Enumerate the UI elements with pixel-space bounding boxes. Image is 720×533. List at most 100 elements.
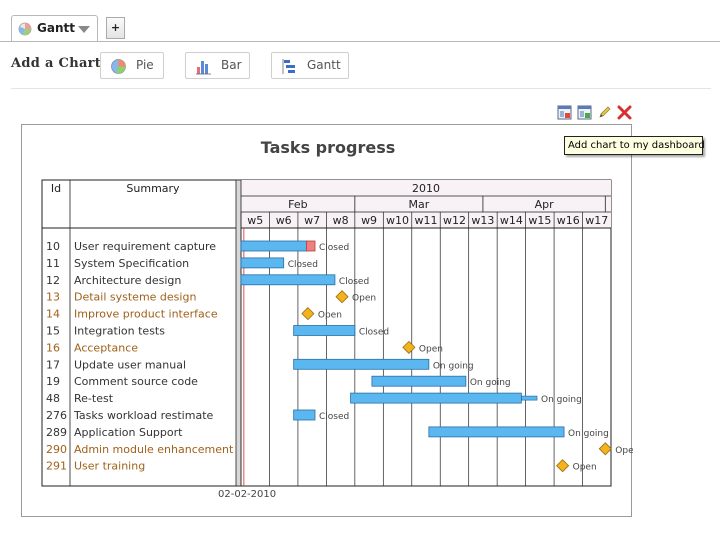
add-gantt-label: Gantt: [307, 58, 341, 72]
row-id: 276: [46, 409, 67, 422]
row-id: 13: [46, 291, 60, 304]
add-pie-button[interactable]: Pie: [100, 52, 164, 79]
week-label: w13: [471, 214, 494, 227]
task-status: On going: [433, 361, 474, 371]
week-label: w5: [247, 214, 263, 227]
row-id: 19: [46, 375, 60, 388]
close-icon[interactable]: [617, 105, 632, 120]
task-bar: [240, 257, 285, 269]
dashboard-remove-icon[interactable]: [557, 105, 572, 120]
week-label: w7: [304, 214, 320, 227]
task-status: Closed: [319, 243, 349, 253]
row-id: 14: [46, 308, 60, 321]
week-label: w6: [276, 214, 292, 227]
tab-label: Gantt: [37, 21, 75, 35]
row-id: 290: [46, 443, 67, 456]
task-status: On going: [470, 378, 511, 388]
year-label: 2010: [412, 182, 440, 195]
task-bar: [428, 426, 565, 438]
divider: [11, 88, 711, 89]
week-label: w11: [415, 214, 438, 227]
task-status: On going: [541, 395, 582, 405]
task-bar: [371, 375, 467, 387]
pie-chart-icon: [18, 22, 32, 36]
task-bar: [293, 409, 316, 421]
row-id: 291: [46, 460, 67, 473]
month-label: Apr: [535, 198, 555, 211]
month-label: Feb: [288, 198, 307, 211]
task-bar: [293, 325, 356, 336]
task-bar-extension: [520, 395, 538, 401]
row-id: 48: [46, 392, 60, 405]
week-label: w10: [386, 214, 409, 227]
row-id: 10: [46, 240, 60, 253]
add-gantt-button[interactable]: Gantt: [271, 52, 349, 79]
task-status: Open: [352, 294, 376, 304]
task-status: Open: [318, 311, 342, 321]
tab-bar-divider: [0, 41, 720, 42]
footer-date: 02-02-2010: [218, 489, 276, 500]
row-id: 15: [46, 325, 60, 338]
task-bar: [350, 392, 522, 404]
row-summary: Admin module enhancement: [74, 443, 234, 456]
gantt-chart-icon: [282, 59, 295, 74]
gantt-chart: Tasks progress Id Summary 2010 Feb Mar Apr w5 w6…: [41, 138, 633, 500]
row-id: 12: [46, 274, 60, 287]
task-status: Open: [419, 344, 443, 354]
add-bar-button[interactable]: Bar: [185, 52, 250, 79]
row-id: 16: [46, 341, 60, 354]
row-summary: Application Support: [74, 426, 183, 439]
row-summary: Update user manual: [74, 358, 186, 371]
add-chart-label: Add a Chart: [11, 56, 102, 71]
task-status: Closed: [288, 260, 318, 270]
tab-gantt[interactable]: Gantt: [11, 15, 98, 42]
row-summary: Tasks workload restimate: [73, 409, 214, 422]
chart-container: Tasks progress Id Summary 2010 Feb Mar Apr w5 w6…: [21, 124, 633, 517]
row-summary: User requirement capture: [74, 240, 216, 253]
task-status: On going: [568, 429, 609, 439]
splitter: [235, 179, 242, 487]
add-pie-label: Pie: [136, 58, 154, 72]
tab-bar: Gantt +: [0, 0, 720, 42]
row-summary: Architecture design: [74, 274, 181, 287]
chevron-down-icon[interactable]: [78, 26, 90, 33]
row-summary: User training: [74, 460, 145, 473]
row-id: 11: [46, 257, 60, 270]
summary-header: Summary: [126, 182, 180, 195]
tooltip: Add chart to my dashboard: [564, 136, 705, 155]
week-label: w8: [333, 214, 349, 227]
add-tab-button[interactable]: +: [106, 17, 125, 39]
pie-chart-icon: [111, 59, 126, 74]
row-summary: Comment source code: [74, 375, 198, 388]
row-summary: Acceptance: [74, 341, 138, 354]
row-id: 17: [46, 358, 60, 371]
row-summary: Improve product interface: [74, 308, 218, 321]
id-header: Id: [51, 182, 61, 195]
row-summary: Detail systeme design: [74, 291, 196, 304]
week-label: w16: [557, 214, 580, 227]
task-status: Closed: [319, 412, 349, 422]
bar-chart-icon: [196, 61, 211, 75]
task-status: Closed: [359, 328, 389, 338]
week-label: w17: [585, 214, 608, 227]
add-bar-label: Bar: [221, 58, 242, 72]
month-label: Mar: [409, 198, 430, 211]
task-bar-late: [306, 240, 316, 252]
edit-pencil-icon[interactable]: [597, 105, 612, 120]
row-summary: Re-test: [74, 392, 114, 405]
row-summary: System Specification: [74, 257, 189, 270]
task-status: Open: [573, 463, 597, 473]
task-bar: [240, 274, 336, 286]
row-id: 289: [46, 426, 67, 439]
task-bar: [240, 240, 307, 252]
week-label: w15: [528, 214, 551, 227]
add-to-dashboard-icon[interactable]: [577, 105, 592, 120]
week-label: w12: [443, 214, 466, 227]
week-label: w9: [361, 214, 377, 227]
chart-title: Tasks progress: [261, 138, 395, 157]
task-bar: [293, 358, 430, 370]
task-status: Open: [615, 446, 633, 456]
week-label: w14: [500, 214, 523, 227]
row-summary: Integration tests: [74, 325, 165, 338]
task-status: Closed: [339, 277, 369, 287]
